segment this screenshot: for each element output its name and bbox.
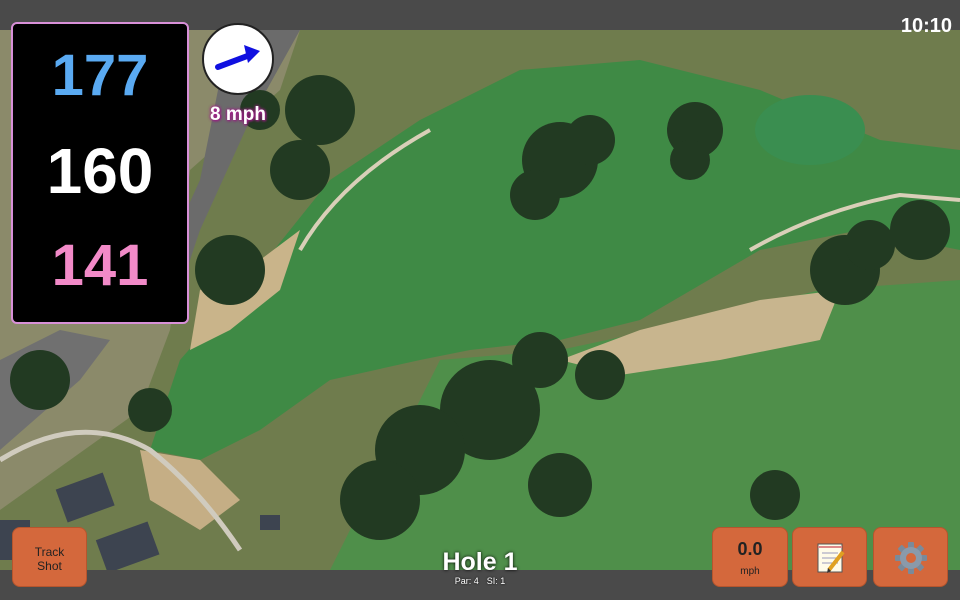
distance-middle: 160 — [46, 135, 154, 207]
wind-speed: 8 mph — [210, 104, 266, 125]
track-shot-label-line1: Track — [34, 545, 65, 559]
green — [755, 95, 865, 165]
hole-title: Hole 1 — [442, 548, 518, 576]
speed-unit: mph — [740, 566, 760, 577]
distance-front: 141 — [51, 233, 149, 298]
wind-indicator — [202, 23, 274, 95]
distance-back: 177 — [51, 43, 149, 108]
gear-icon — [895, 542, 927, 574]
distance-panel: 177 160 141 — [11, 22, 189, 324]
speed-value: 0.0 — [737, 539, 763, 559]
track-shot-button[interactable]: Track Shot — [12, 527, 87, 587]
clock: 10:10 — [900, 15, 952, 37]
speed-button[interactable]: 0.0 mph — [712, 527, 788, 587]
hole-par: Par: 4 — [454, 576, 479, 586]
hole-info: Par: 4 SI: 1 — [380, 576, 580, 586]
settings-button[interactable] — [873, 527, 948, 587]
notes-button[interactable] — [792, 527, 867, 587]
track-shot-label-line2: Shot — [37, 559, 62, 573]
notepad-icon — [817, 543, 845, 573]
wind-direction-arrow-icon — [215, 45, 260, 70]
hole-stroke-index: SI: 1 — [486, 576, 506, 586]
